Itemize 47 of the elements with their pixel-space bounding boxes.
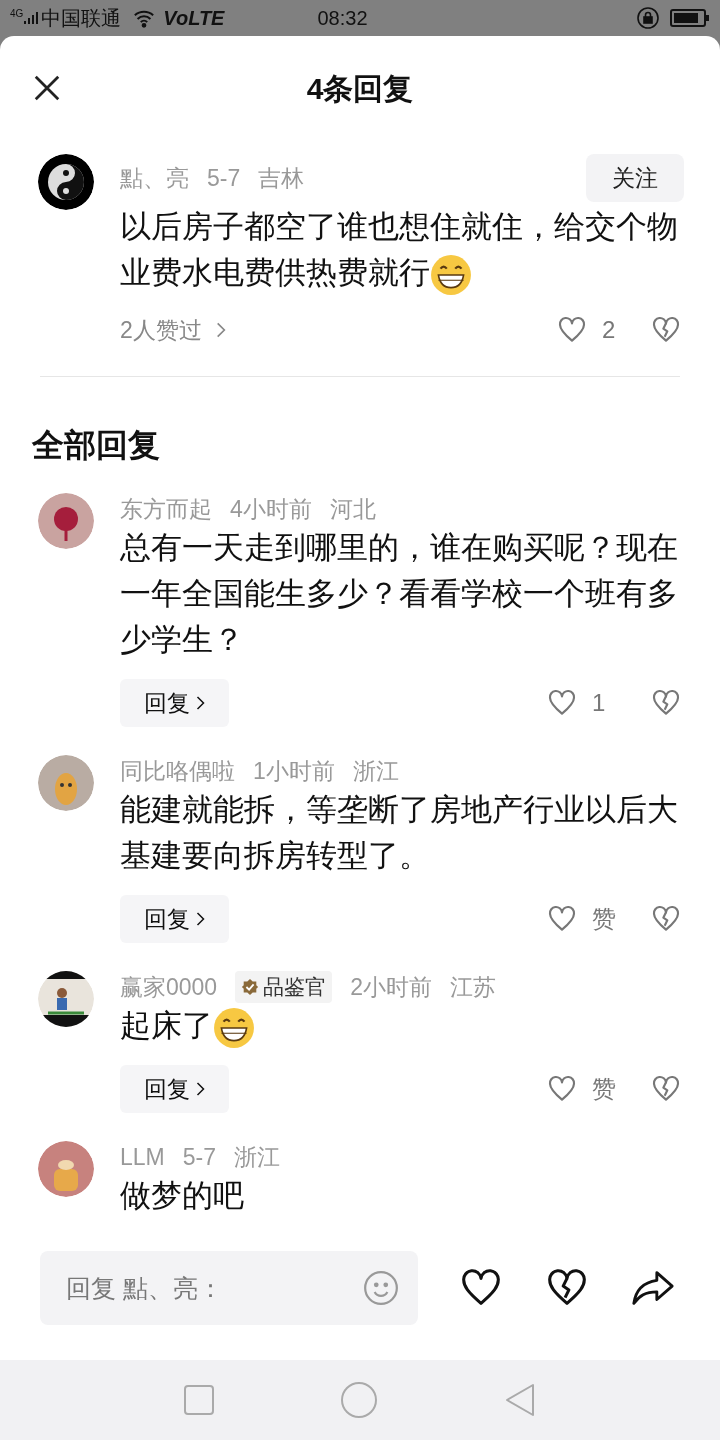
reply-input[interactable]: 回复 點、亮： (40, 1251, 418, 1325)
comment-time: 2小时前 (350, 972, 432, 1002)
like-count: 2 (602, 315, 617, 345)
author-name[interactable]: LLM (120, 1139, 165, 1175)
chevron-right-icon (196, 1081, 205, 1097)
sheet-title: 4条回复 (306, 70, 414, 107)
follow-button[interactable]: 关注 (586, 154, 684, 202)
comment-location: 江苏 (449, 972, 496, 1002)
comment-time: 5-7 (182, 1142, 216, 1172)
likers-link[interactable]: 2人赞过 (120, 312, 226, 348)
rotation-lock-icon (636, 6, 660, 30)
chevron-right-icon (196, 695, 205, 711)
comment-location: 浙江 (234, 1142, 280, 1172)
comment-date: 5-7 (207, 163, 241, 193)
check-badge-icon (241, 978, 260, 996)
chevron-right-icon (215, 321, 226, 339)
comment-text: 能建就能拆，等垄断了房地产行业以后大基建要向拆房转型了。 (120, 791, 679, 875)
reply-button[interactable]: 回复 (120, 895, 229, 943)
comment-time: 4小时前 (230, 494, 312, 524)
comment-location: 浙江 (352, 756, 399, 786)
comment-text: 以后房子都空了谁也想住就住，给交个物业费水电费供热费就行 (120, 204, 682, 296)
emoji-icon[interactable] (362, 1269, 400, 1307)
author-name[interactable]: 赢家0000 (120, 969, 218, 1005)
section-heading: 全部回复 (31, 426, 161, 465)
battery-icon (670, 8, 710, 28)
reply-button[interactable]: 回复 (120, 1065, 229, 1113)
comment-text: 起床了 (120, 1003, 682, 1049)
author-name[interactable]: 东方而起 (120, 493, 212, 527)
signal-icon (23, 10, 40, 26)
like-count: 1 (592, 688, 607, 718)
reply-button[interactable]: 回复 (120, 679, 229, 727)
clock: 08:32 (317, 6, 368, 31)
like-count: 赞 (592, 904, 617, 934)
chevron-right-icon (196, 911, 205, 927)
user-badge: 品鉴官 (235, 971, 333, 1003)
close-icon[interactable] (32, 73, 62, 103)
network-label: 4G (10, 7, 24, 21)
author-name[interactable]: 同比咯偶啦 (120, 753, 235, 789)
comment-location: 吉林 (258, 163, 305, 193)
comment-text: 做梦的吧 (120, 1177, 245, 1215)
comment-location: 河北 (329, 494, 376, 524)
volte-label: VoLTE (163, 6, 225, 31)
author-name[interactable]: 點、亮 (120, 160, 189, 196)
like-count: 赞 (592, 1074, 617, 1104)
comment-time: 1小时前 (253, 756, 335, 786)
carrier-label: 中国联通 (41, 6, 122, 31)
comment-text: 总有一天走到哪里的，谁在购买呢？现在一年全国能生多少？看看学校一个班有多少学生？ (120, 529, 679, 659)
